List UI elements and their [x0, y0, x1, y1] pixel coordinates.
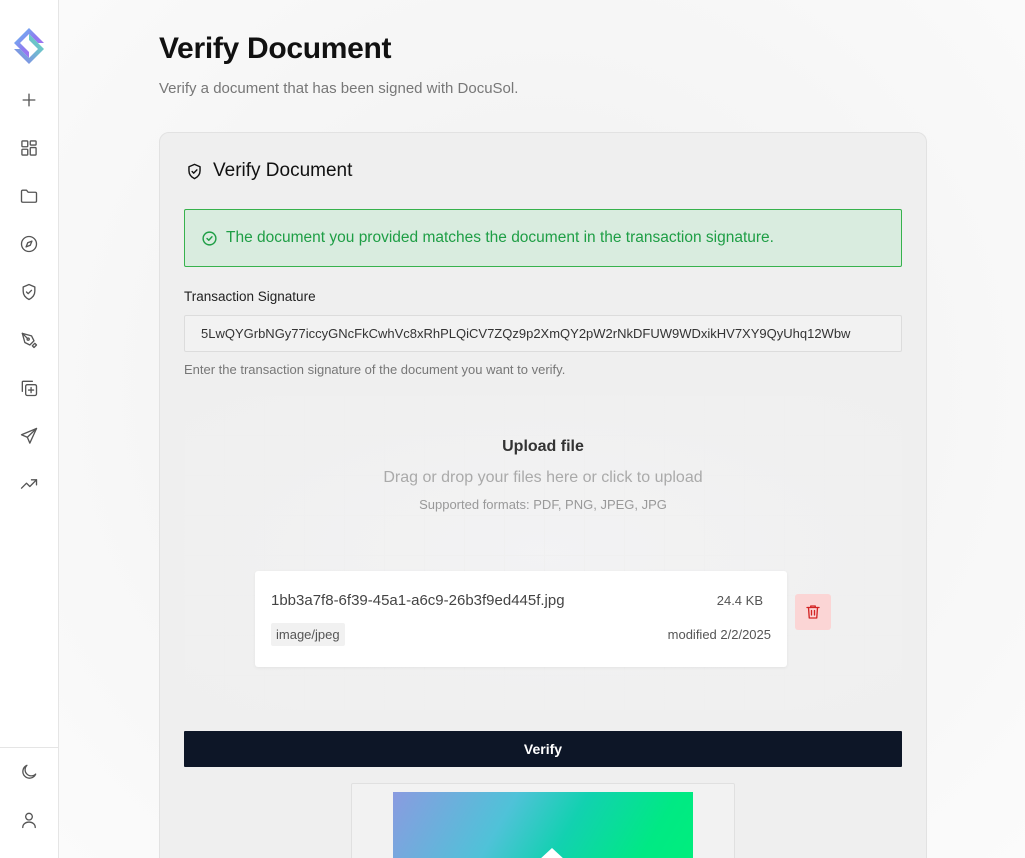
file-modified: modified 2/2/2025 [667, 627, 771, 642]
verify-card: Verify Document The document you provide… [159, 132, 927, 858]
verify-button[interactable]: Verify [184, 731, 902, 767]
card-title: Verify Document [213, 160, 353, 181]
docusol-logo-icon[interactable] [10, 26, 48, 66]
check-circle-icon [202, 230, 217, 246]
uploaded-file-card: 1bb3a7f8-6f39-45a1-a6c9-26b3f9ed445f.jpg… [255, 571, 787, 667]
verify-nav-button[interactable] [14, 277, 44, 307]
dashboard-button[interactable] [14, 133, 44, 163]
sidebar [0, 0, 59, 858]
shield-check-icon [22, 283, 36, 301]
file-size: 24.4 KB [716, 593, 763, 608]
page-title: Verify Document [159, 32, 392, 65]
upload-dropzone[interactable]: Upload file Drag or drop your files here… [184, 395, 902, 710]
main-content: Verify Document Verify a document that h… [59, 0, 1025, 858]
send-button[interactable] [14, 421, 44, 451]
plus-icon [22, 93, 36, 107]
copy-plus-icon [21, 380, 38, 397]
analytics-button[interactable] [14, 469, 44, 499]
profile-button[interactable] [14, 805, 44, 835]
duplicate-button[interactable] [14, 373, 44, 403]
success-alert: The document you provided matches the do… [184, 209, 902, 267]
trash-icon [806, 605, 820, 619]
signature-label: Transaction Signature [184, 289, 316, 304]
preview-logo-mark [539, 848, 565, 858]
page-subtitle: Verify a document that has been signed w… [159, 80, 519, 97]
explore-button[interactable] [14, 229, 44, 259]
alert-message: The document you provided matches the do… [226, 229, 774, 246]
compass-icon [20, 235, 38, 253]
signature-help-text: Enter the transaction signature of the d… [184, 362, 566, 377]
dashboard-grid-icon [21, 140, 37, 156]
card-header: Verify Document [185, 160, 352, 182]
new-document-button[interactable] [14, 85, 44, 115]
theme-toggle-button[interactable] [14, 757, 44, 787]
sidebar-divider [0, 747, 58, 748]
sign-button[interactable] [14, 325, 44, 355]
folder-icon [20, 189, 38, 203]
signature-input[interactable] [184, 315, 902, 352]
delete-file-button[interactable] [795, 594, 831, 630]
documents-button[interactable] [14, 181, 44, 211]
user-icon [22, 812, 36, 829]
send-icon [20, 427, 38, 444]
trending-up-icon [20, 479, 38, 489]
pen-tool-icon [21, 332, 38, 349]
upload-hint: Drag or drop your files here or click to… [383, 469, 703, 486]
upload-formats: Supported formats: PDF, PNG, JPEG, JPG [419, 497, 667, 512]
shield-check-icon [188, 163, 201, 179]
moon-icon [22, 764, 37, 779]
upload-title: Upload file [502, 438, 584, 455]
document-preview [351, 783, 735, 858]
file-type-badge: image/jpeg [271, 623, 345, 646]
file-name: 1bb3a7f8-6f39-45a1-a6c9-26b3f9ed445f.jpg [271, 592, 565, 609]
preview-image [393, 792, 693, 858]
